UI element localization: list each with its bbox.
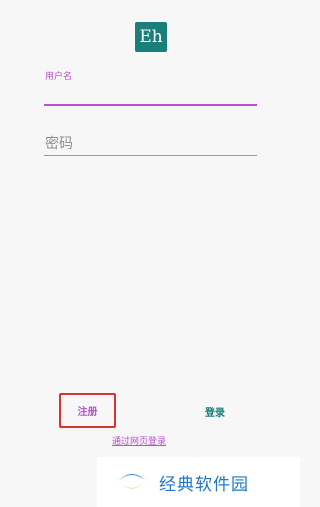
watermark-text: 经典软件园 <box>159 474 249 495</box>
watermark: 经典软件园 <box>97 457 300 507</box>
app-logo: Eh <box>135 22 167 52</box>
register-button[interactable]: 注册 <box>59 393 116 428</box>
password-input[interactable] <box>44 132 257 156</box>
watermark-logo-icon <box>115 465 149 499</box>
login-button[interactable]: 登录 <box>190 400 240 422</box>
web-login-link[interactable]: 通过网页登录 <box>112 434 166 447</box>
username-input[interactable] <box>44 80 257 106</box>
login-button-label: 登录 <box>205 407 225 419</box>
register-button-label: 注册 <box>77 407 98 418</box>
